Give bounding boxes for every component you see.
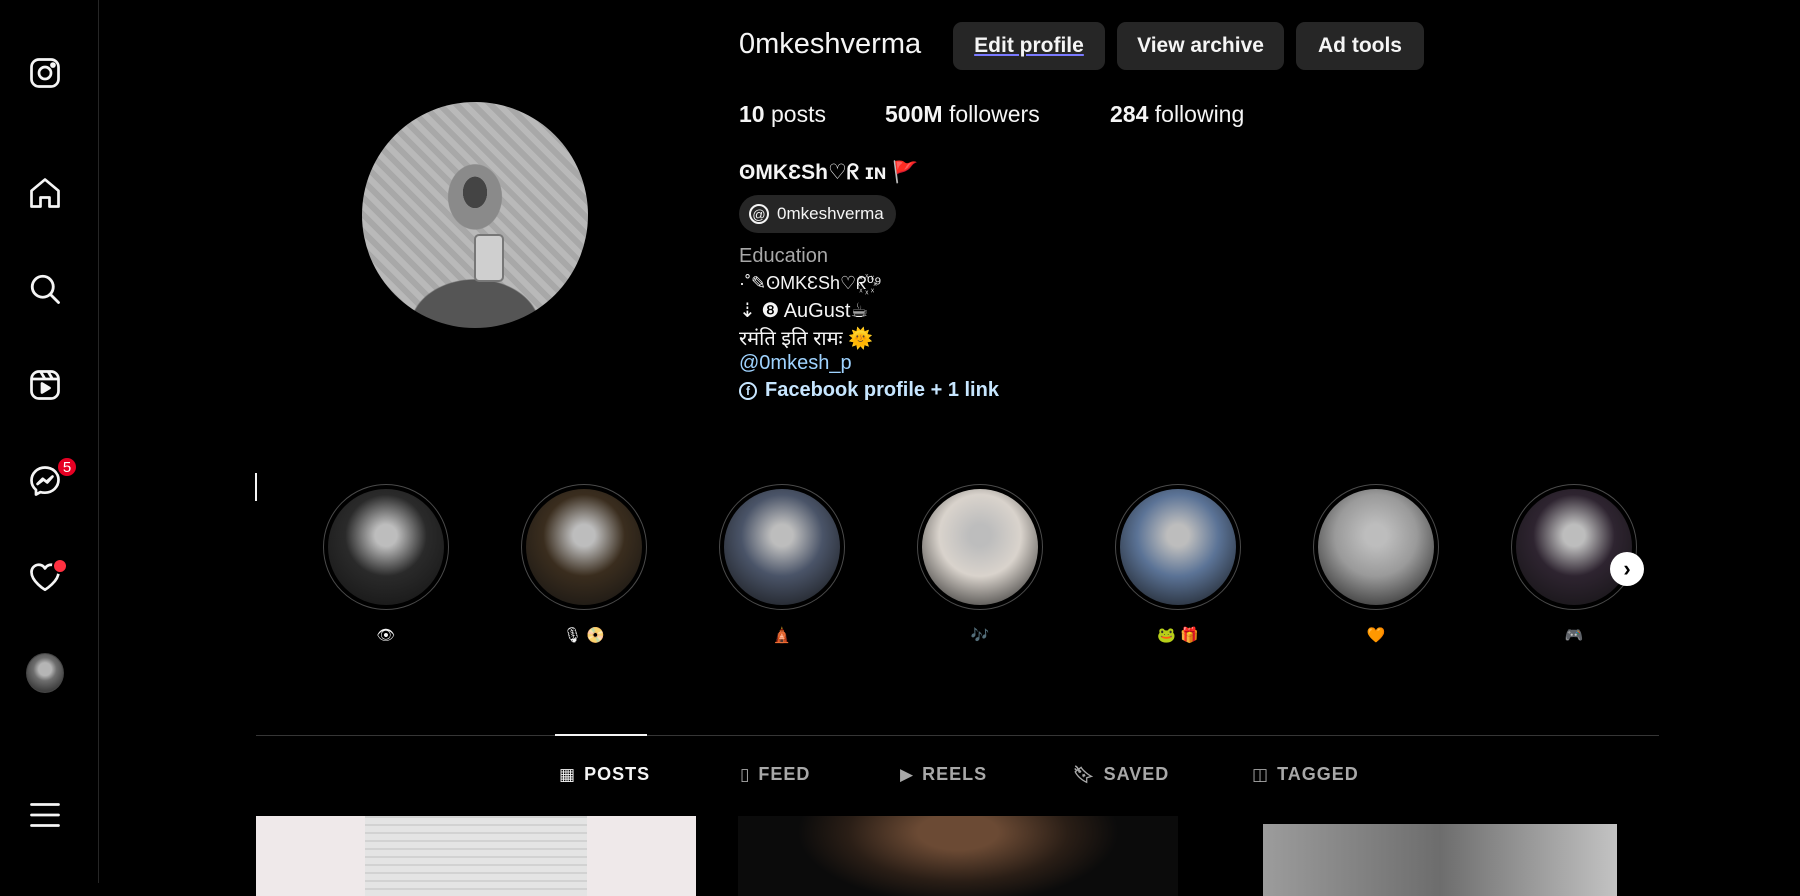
- bio-line-3: रमंति इति रामः 🌞: [739, 328, 874, 350]
- posts-count: 10: [739, 101, 765, 127]
- highlight-cover: [922, 489, 1038, 605]
- tab-saved-label: SAVED: [1103, 764, 1170, 784]
- highlight-cover: [1120, 489, 1236, 605]
- sidebar: 5: [0, 0, 99, 883]
- edit-profile-label: Edit profile: [974, 34, 1084, 57]
- threads-icon: @: [749, 204, 769, 224]
- tab-tagged-label: TAGGED: [1277, 764, 1359, 784]
- grid-icon: ▦: [559, 764, 577, 784]
- followers-stat[interactable]: 500M followers: [885, 101, 1040, 128]
- text-caret: [255, 473, 257, 501]
- heart-icon[interactable]: [26, 558, 68, 596]
- followers-count: 500M: [885, 101, 943, 127]
- bio-line-2: ⇣ ❽ AuGust☕: [739, 300, 869, 322]
- story-highlight[interactable]: 🧡: [1312, 484, 1440, 644]
- bookmark-icon: 🔖︎: [1073, 764, 1096, 784]
- profile-picture[interactable]: [362, 102, 588, 328]
- reels-icon[interactable]: [26, 366, 64, 404]
- posts-label: posts: [770, 101, 826, 127]
- following-count: 284: [1110, 101, 1149, 127]
- tab-tagged[interactable]: ◫ TAGGED: [1252, 764, 1359, 785]
- highlight-ring: [1511, 484, 1637, 610]
- following-label: following: [1154, 101, 1245, 127]
- followers-label: followers: [948, 101, 1040, 127]
- threads-badge[interactable]: @ 0mkeshverma: [739, 195, 896, 233]
- search-icon[interactable]: [26, 270, 64, 308]
- highlight-cover: [1516, 489, 1632, 605]
- highlight-cover: [526, 489, 642, 605]
- feed-icon: ▯: [740, 764, 751, 784]
- ad-tools-button[interactable]: Ad tools: [1296, 22, 1424, 70]
- highlight-ring: [1115, 484, 1241, 610]
- highlight-label: 🎙 📀: [563, 627, 605, 644]
- highlight-ring: [521, 484, 647, 610]
- facebook-links-label: Facebook profile + 1 link: [765, 379, 999, 401]
- instagram-icon[interactable]: [26, 54, 64, 92]
- tab-posts-label: POSTS: [584, 764, 651, 784]
- following-stat[interactable]: 284 following: [1110, 101, 1244, 128]
- story-highlight[interactable]: 🐸 🎁: [1114, 484, 1242, 644]
- story-highlight[interactable]: 🛕: [718, 484, 846, 644]
- username: 0mkeshverma: [739, 28, 922, 60]
- highlight-ring: [917, 484, 1043, 610]
- posts-stat: 10 posts: [739, 101, 826, 128]
- highlight-label: 👁: [376, 627, 396, 644]
- highlight-ring: [323, 484, 449, 610]
- tagged-icon: ◫: [1252, 764, 1270, 784]
- story-highlight[interactable]: 🎙 📀: [520, 484, 648, 644]
- reels-tab-icon: ▶: [900, 764, 915, 784]
- story-highlight[interactable]: 👁: [322, 484, 450, 644]
- highlight-label: 🎶: [970, 627, 990, 644]
- highlight-ring: [1313, 484, 1439, 610]
- story-highlight[interactable]: 🎶: [916, 484, 1044, 644]
- highlight-cover: [724, 489, 840, 605]
- bio-mention-link[interactable]: @0mkesh_p: [739, 352, 852, 375]
- facebook-icon: f: [739, 381, 757, 400]
- notification-dot: [52, 558, 68, 574]
- menu-icon[interactable]: [26, 796, 64, 834]
- tab-feed[interactable]: ▯ FEED: [740, 764, 810, 785]
- view-archive-button[interactable]: View archive: [1117, 22, 1284, 70]
- highlight-label: 🎮: [1564, 627, 1584, 644]
- highlight-label: 🛕: [772, 627, 792, 644]
- home-icon[interactable]: [26, 174, 64, 212]
- full-name: ʘMKƐSh♡ᖇ ɪɴ 🚩: [739, 161, 919, 184]
- tab-reels-label: REELS: [922, 764, 988, 784]
- messenger-icon[interactable]: 5: [26, 456, 78, 500]
- tab-saved[interactable]: 🔖︎ SAVED: [1073, 764, 1169, 785]
- active-tab-indicator: [555, 734, 647, 736]
- tabs-divider: [256, 735, 1659, 736]
- post-thumbnail[interactable]: [738, 816, 1178, 896]
- threads-handle: 0mkeshverma: [777, 204, 884, 223]
- highlight-cover: [328, 489, 444, 605]
- highlight-label: 🧡: [1366, 627, 1386, 644]
- profile-avatar[interactable]: [26, 653, 64, 693]
- messages-badge: 5: [56, 456, 78, 478]
- post-thumbnail[interactable]: [256, 816, 696, 896]
- highlight-label: 🐸 🎁: [1157, 627, 1199, 644]
- post-thumbnail[interactable]: [1220, 816, 1660, 896]
- tab-reels[interactable]: ▶ REELS: [900, 764, 987, 785]
- bio-line-1: ·˚✎ʘMKƐSh♡ᖇ꙰⁰⁹: [739, 273, 882, 293]
- facebook-links[interactable]: f Facebook profile + 1 link: [739, 379, 999, 402]
- highlights-next-arrow[interactable]: ›: [1610, 552, 1644, 586]
- highlight-ring: [719, 484, 845, 610]
- tab-feed-label: FEED: [758, 764, 811, 784]
- tab-posts[interactable]: ▦ POSTS: [559, 764, 650, 785]
- highlight-cover: [1318, 489, 1434, 605]
- bio-category: Education: [739, 245, 828, 267]
- edit-profile-button[interactable]: Edit profile: [953, 22, 1105, 70]
